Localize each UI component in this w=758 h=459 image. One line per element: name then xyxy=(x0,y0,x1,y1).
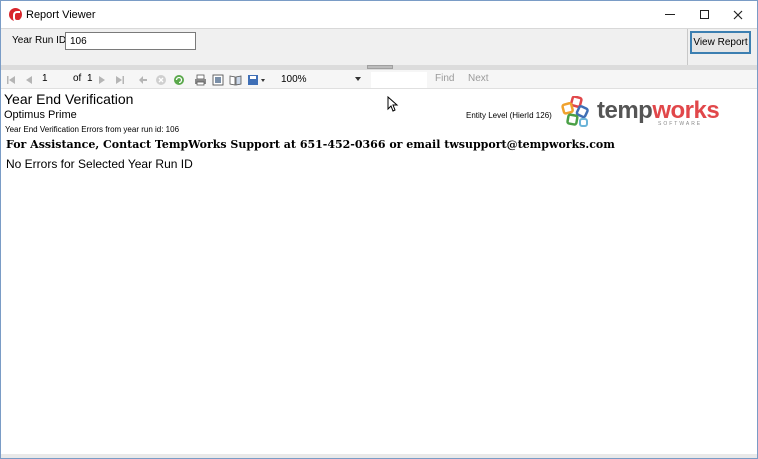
refresh-icon xyxy=(173,74,184,85)
back-arrow-icon xyxy=(139,75,147,84)
report-subtitle: Year End Verification Errors from year r… xyxy=(5,125,180,134)
previous-page-button[interactable] xyxy=(23,72,35,87)
next-page-icon xyxy=(99,75,105,84)
maximize-button[interactable] xyxy=(687,1,721,28)
next-page-button[interactable] xyxy=(96,72,108,87)
report-page: Year End Verification Optimus Prime Year… xyxy=(1,90,757,454)
last-page-icon xyxy=(116,75,124,84)
stop-icon xyxy=(155,74,166,85)
parameter-bar: Year Run ID View Report xyxy=(1,28,757,65)
last-page-button[interactable] xyxy=(114,72,126,87)
close-icon xyxy=(733,10,743,19)
print-layout-icon xyxy=(212,74,224,85)
entity-level: Entity Level (HierId 126) xyxy=(466,111,552,120)
assistance-text: For Assistance, Contact TempWorks Suppor… xyxy=(6,138,615,151)
minimize-button[interactable] xyxy=(653,1,687,28)
no-errors-message: No Errors for Selected Year Run ID xyxy=(6,157,193,171)
window-title: Report Viewer xyxy=(26,9,96,21)
previous-page-icon xyxy=(26,75,32,84)
report-title: Year End Verification xyxy=(4,91,134,107)
bottom-edge xyxy=(1,454,757,458)
title-bar: Report Viewer xyxy=(1,1,757,28)
first-page-button[interactable] xyxy=(5,72,17,87)
first-page-icon xyxy=(7,75,15,84)
tempworks-logo: tempworks SOFTWARE xyxy=(561,96,720,132)
tempworks-mark-icon xyxy=(561,96,589,127)
page-setup-icon xyxy=(229,75,241,85)
total-pages: 1 xyxy=(87,73,93,84)
find-link[interactable]: Find xyxy=(435,73,454,84)
print-icon xyxy=(194,74,206,85)
logo-tagline: SOFTWARE xyxy=(658,121,703,127)
zoom-value: 100% xyxy=(281,74,307,85)
maximize-icon xyxy=(699,10,709,19)
export-button[interactable] xyxy=(246,72,266,87)
chevron-down-icon xyxy=(355,77,361,81)
company-name: Optimus Prime xyxy=(4,109,77,121)
app-logo-icon xyxy=(9,8,22,22)
current-page-field[interactable]: 1 xyxy=(42,73,48,84)
refresh-button[interactable] xyxy=(172,72,185,87)
back-button[interactable] xyxy=(137,72,149,87)
find-input[interactable] xyxy=(371,72,427,88)
save-disk-icon xyxy=(247,74,265,85)
report-toolbar: 1 of 1 100% Find Next xyxy=(1,70,757,89)
find-next-link[interactable]: Next xyxy=(468,73,489,84)
year-run-id-input[interactable] xyxy=(65,32,196,50)
minimize-icon xyxy=(665,14,675,15)
print-layout-button[interactable] xyxy=(211,72,225,87)
close-button[interactable] xyxy=(721,1,755,28)
param-divider xyxy=(687,29,688,65)
stop-button[interactable] xyxy=(154,72,167,87)
splitter-grip-icon[interactable] xyxy=(367,65,393,69)
page-setup-button[interactable] xyxy=(228,72,242,87)
print-button[interactable] xyxy=(193,72,207,87)
report-viewer-window: Report Viewer Year Run ID View Report 1 … xyxy=(0,0,758,459)
of-label: of xyxy=(73,73,82,84)
mouse-cursor-icon xyxy=(387,96,399,112)
view-report-button[interactable]: View Report xyxy=(690,31,751,54)
zoom-dropdown[interactable]: 100% xyxy=(279,72,365,88)
year-run-id-label: Year Run ID xyxy=(12,35,67,46)
